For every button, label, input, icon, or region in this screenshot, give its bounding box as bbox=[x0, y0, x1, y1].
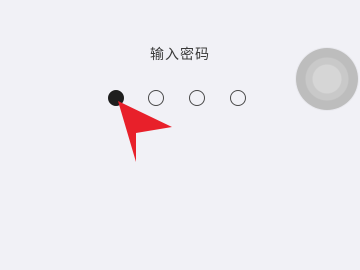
passcode-dot-1 bbox=[108, 90, 124, 106]
passcode-dot-4 bbox=[230, 90, 246, 106]
assistive-touch-button[interactable] bbox=[296, 48, 358, 110]
passcode-dot-2 bbox=[148, 90, 164, 106]
passcode-dots bbox=[0, 0, 360, 270]
passcode-dot-3 bbox=[189, 90, 205, 106]
